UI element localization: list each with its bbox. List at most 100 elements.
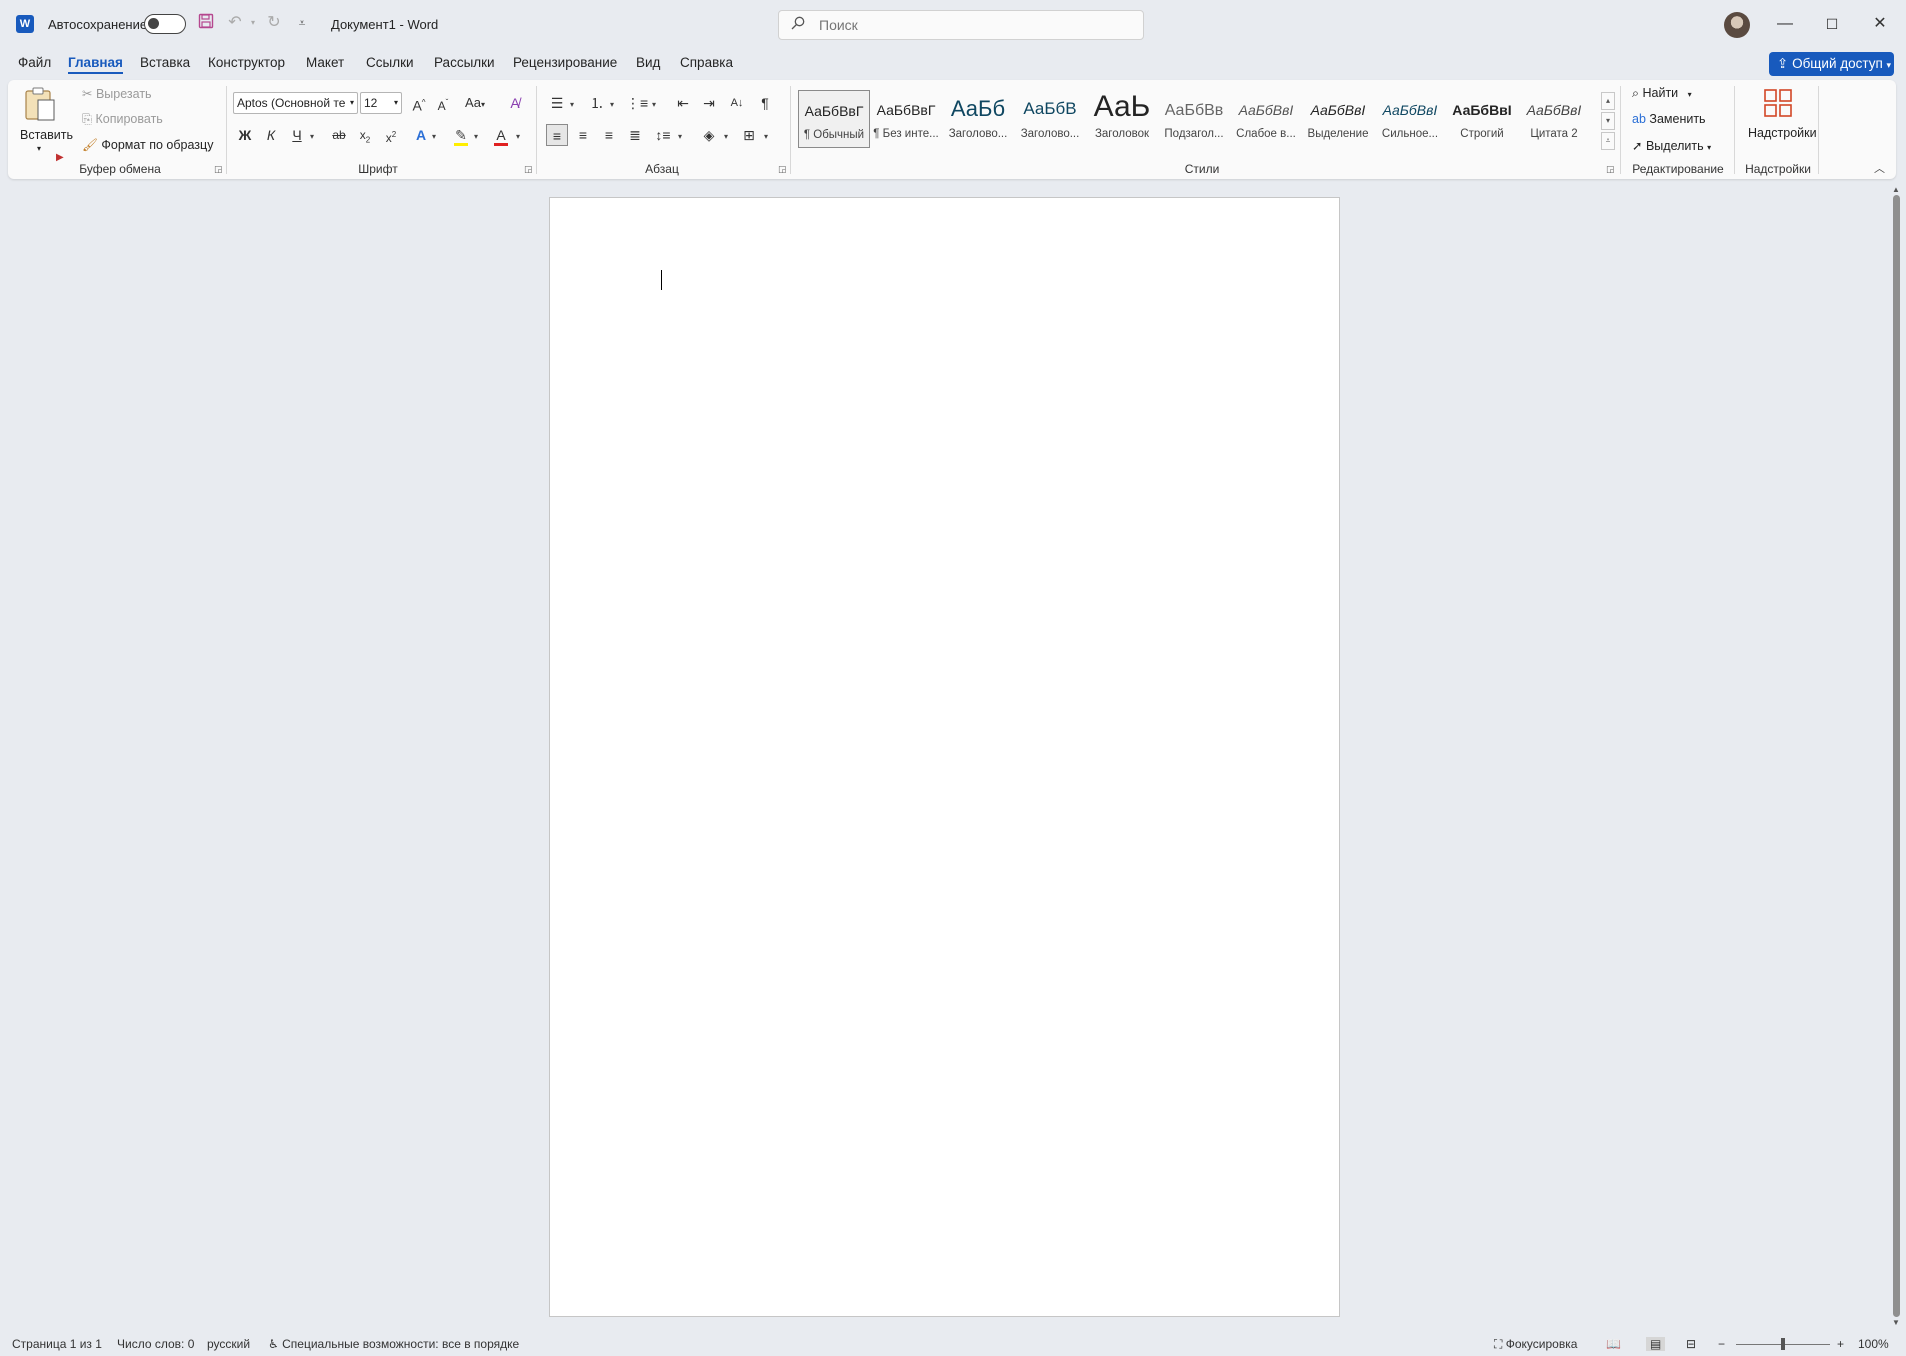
autosave-toggle[interactable] xyxy=(144,14,186,34)
word-count[interactable]: Число слов: 0 xyxy=(117,1337,194,1351)
font-name-combo[interactable]: Aptos (Основной те ▾ xyxy=(233,92,358,114)
chevron-down-icon[interactable]: ▾ xyxy=(764,132,768,141)
superscript-icon[interactable]: x2 xyxy=(380,124,402,146)
style-heading-1[interactable]: АаБб Заголово... xyxy=(942,90,1014,148)
page-count[interactable]: Страница 1 из 1 xyxy=(12,1337,102,1351)
bold-button[interactable]: Ж xyxy=(234,124,256,146)
style-no-spacing[interactable]: АаБбВвГ ¶ Без инте... xyxy=(870,90,942,148)
borders-icon[interactable]: ⊞ xyxy=(738,124,760,146)
save-icon[interactable] xyxy=(196,13,216,33)
web-layout-icon[interactable]: ⊟ xyxy=(1686,1337,1696,1351)
decrease-indent-icon[interactable]: ⇤ xyxy=(672,92,694,114)
multilevel-list-icon[interactable]: ⋮≡ xyxy=(626,92,648,114)
subscript-icon[interactable]: x2 xyxy=(354,124,376,146)
align-right-icon[interactable]: ≡ xyxy=(598,124,620,146)
vertical-scrollbar[interactable]: ▲ ▼ xyxy=(1890,185,1904,1328)
share-button[interactable]: ⇪ Общий доступ ▾ xyxy=(1769,52,1894,76)
paragraph-launcher-icon[interactable]: ◲ xyxy=(778,164,787,175)
close-icon[interactable]: ✕ xyxy=(1868,12,1892,36)
shading-icon[interactable]: ◈ xyxy=(698,124,720,146)
copy-button[interactable]: ⎘ Копировать xyxy=(82,112,163,127)
tab-file[interactable]: Файл xyxy=(18,55,51,70)
highlight-icon[interactable]: ✎ xyxy=(450,124,472,146)
search-input[interactable] xyxy=(819,16,1119,34)
print-layout-icon[interactable]: ▤ xyxy=(1646,1337,1666,1351)
chevron-down-icon[interactable]: ▾ xyxy=(652,100,656,109)
chevron-up-icon[interactable]: ▴ xyxy=(1601,92,1615,110)
clipboard-launcher-icon[interactable]: ◲ xyxy=(214,164,223,175)
style-subtle-emphasis[interactable]: АаБбВвІ Слабое в... xyxy=(1230,90,1302,148)
font-size-combo[interactable]: 12 ▾ xyxy=(360,92,402,114)
undo-icon[interactable]: ↶ xyxy=(225,13,245,33)
change-case-icon[interactable]: Aa▾ xyxy=(460,92,490,114)
style-intense-emphasis[interactable]: АаБбВвІ Сильное... xyxy=(1374,90,1446,148)
customize-quick-access-icon[interactable]: ⩡ xyxy=(292,13,312,33)
tab-layout[interactable]: Макет xyxy=(306,55,344,70)
scrollbar-thumb[interactable] xyxy=(1893,195,1900,1317)
collapse-ribbon-icon[interactable]: ︿ xyxy=(1874,160,1885,176)
chevron-down-icon[interactable]: ▾ xyxy=(610,100,614,109)
tab-home[interactable]: Главная xyxy=(68,55,123,74)
replace-button[interactable]: ab Заменить xyxy=(1632,112,1706,126)
style-quote-2[interactable]: АаБбВвІ Цитата 2 xyxy=(1518,90,1590,148)
grow-font-icon[interactable]: A^ xyxy=(408,92,430,114)
increase-indent-icon[interactable]: ⇥ xyxy=(698,92,720,114)
focus-mode-button[interactable]: ⛶ Фокусировка xyxy=(1494,1337,1577,1352)
maximize-icon[interactable]: ☐ xyxy=(1820,12,1844,36)
zoom-in-icon[interactable]: + xyxy=(1837,1337,1844,1351)
read-mode-icon[interactable]: 📖 xyxy=(1606,1337,1621,1351)
italic-button[interactable]: К xyxy=(260,124,282,146)
scroll-down-icon[interactable]: ▼ xyxy=(1892,1318,1900,1327)
underline-button[interactable]: Ч xyxy=(286,124,308,146)
avatar[interactable] xyxy=(1724,12,1750,38)
clear-formatting-icon[interactable]: A̸ xyxy=(504,92,526,114)
select-button[interactable]: ➚ Выделить ▾ xyxy=(1632,138,1711,153)
styles-launcher-icon[interactable]: ◲ xyxy=(1606,164,1615,175)
zoom-out-icon[interactable]: − xyxy=(1718,1337,1725,1351)
text-effects-icon[interactable]: A xyxy=(410,124,432,146)
addins-button[interactable]: Надстройки xyxy=(1738,86,1818,156)
chevron-down-icon[interactable]: ▾ xyxy=(310,132,314,141)
font-color-icon[interactable]: A xyxy=(490,124,512,146)
font-launcher-icon[interactable]: ◲ xyxy=(524,164,533,175)
shrink-font-icon[interactable]: Aˇ xyxy=(432,92,454,114)
strikethrough-button[interactable]: ab xyxy=(328,124,350,146)
justify-icon[interactable]: ≣ xyxy=(624,124,646,146)
minimize-icon[interactable]: — xyxy=(1773,12,1797,36)
zoom-level[interactable]: 100% xyxy=(1858,1337,1889,1351)
scroll-up-icon[interactable]: ▲ xyxy=(1892,185,1900,194)
tab-view[interactable]: Вид xyxy=(636,55,660,70)
format-painter-button[interactable]: 🖌 Формат по образцу xyxy=(82,138,213,153)
tab-insert[interactable]: Вставка xyxy=(140,55,190,70)
line-spacing-icon[interactable]: ↕≡ xyxy=(652,124,674,146)
chevron-down-icon[interactable]: ▾ xyxy=(474,132,478,141)
style-normal[interactable]: АаБбВвГ ¶ Обычный xyxy=(798,90,870,148)
style-heading-2[interactable]: АаБбВ Заголово... xyxy=(1014,90,1086,148)
chevron-down-icon[interactable]: ▾ xyxy=(678,132,682,141)
chevron-down-icon[interactable]: ▾ xyxy=(724,132,728,141)
chevron-down-icon[interactable]: ▾ xyxy=(432,132,436,141)
zoom-slider-thumb[interactable] xyxy=(1781,1338,1785,1350)
language-indicator[interactable]: русский xyxy=(207,1337,250,1351)
find-button[interactable]: ⌕ Найти ▾ xyxy=(1632,86,1692,101)
align-left-icon[interactable]: ≡ xyxy=(546,124,568,146)
style-title[interactable]: АаЬ Заголовок xyxy=(1086,90,1158,148)
tab-review[interactable]: Рецензирование xyxy=(513,55,617,70)
chevron-down-icon[interactable]: ▾ xyxy=(516,132,520,141)
search-box[interactable] xyxy=(778,10,1144,40)
document-page[interactable] xyxy=(549,197,1340,1317)
tab-design[interactable]: Конструктор xyxy=(208,55,285,70)
chevron-down-icon[interactable]: ▾ xyxy=(1601,112,1615,130)
tab-references[interactable]: Ссылки xyxy=(366,55,414,70)
undo-dropdown-icon[interactable]: ▾ xyxy=(243,13,263,33)
align-center-icon[interactable]: ≡ xyxy=(572,124,594,146)
bullets-icon[interactable]: ☰ xyxy=(546,92,568,114)
numbering-icon[interactable]: ⒈ xyxy=(586,92,608,114)
show-paragraph-marks-icon[interactable]: ¶ xyxy=(754,92,776,114)
style-subtitle[interactable]: АаБбВв Подзагол... xyxy=(1158,90,1230,148)
style-strong[interactable]: АаБбВвІ Строгий xyxy=(1446,90,1518,148)
style-emphasis[interactable]: АаБбВвІ Выделение xyxy=(1302,90,1374,148)
tab-mailings[interactable]: Рассылки xyxy=(434,55,495,70)
sort-icon[interactable]: A↓ xyxy=(726,92,748,114)
chevron-down-icon[interactable]: ▾ xyxy=(570,100,574,109)
